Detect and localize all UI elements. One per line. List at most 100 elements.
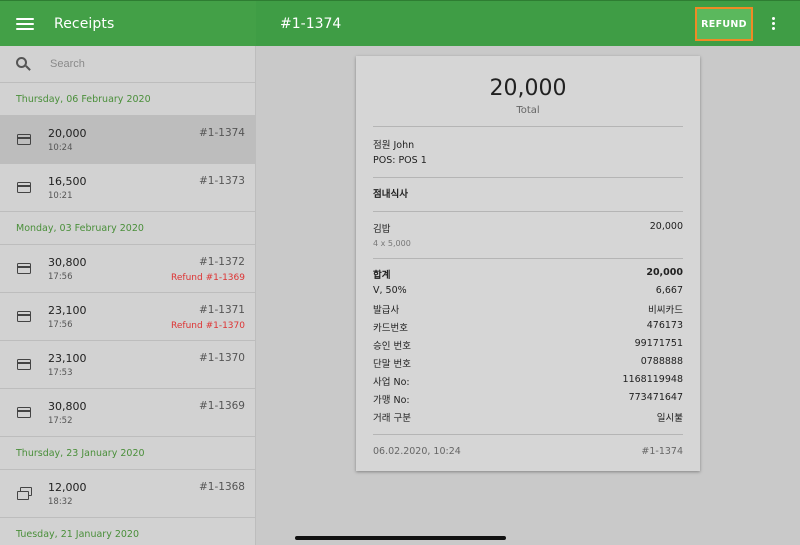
receipt-number: #1-1372 — [199, 256, 245, 268]
multiple-payment-icon — [17, 487, 32, 500]
card-detail-value: 1168119948 — [622, 374, 683, 385]
card-detail-line: 단말 번호 0788888 — [373, 356, 683, 370]
refund-button-highlight: REFUND — [695, 7, 753, 41]
divider — [373, 258, 683, 259]
receipt-amount: 30,800 — [48, 256, 87, 269]
receipt-time: 17:56 — [48, 272, 73, 282]
divider — [373, 211, 683, 212]
page-title: Receipts — [54, 15, 115, 32]
receipt-amount: 30,800 — [48, 400, 87, 413]
receipt-number: #1-1371 — [199, 304, 245, 316]
card-detail-value: 773471647 — [628, 392, 683, 403]
item-price: 20,000 — [649, 221, 683, 232]
card-detail-label: 사업 No: — [373, 377, 410, 388]
card-detail-value: 0788888 — [640, 356, 683, 367]
receipt-card: 20,000 Total 점원 John POS: POS 1 점내식사 김밥 … — [356, 56, 700, 471]
card-detail-label: 승인 번호 — [373, 341, 411, 352]
receipt-footer: 06.02.2020, 10:24 #1-1374 — [373, 446, 683, 457]
credit-card-icon — [17, 134, 31, 145]
receipt-number: #1-1369 — [199, 400, 245, 412]
pos-name: POS: POS 1 — [373, 155, 427, 166]
vat-line: V, 50% 6,667 — [373, 285, 683, 296]
receipt-list-item[interactable]: 20,000 10:24 #1-1374 — [0, 116, 255, 164]
refund-reference: Refund #1-1370 — [171, 321, 245, 331]
card-detail-line: 가맹 No: 773471647 — [373, 392, 683, 406]
receipts-app-bar: Receipts — [0, 0, 256, 46]
card-payment-details: 발급사 비씨카드카드번호 476173 승인 번호 99171751 단말 번호 07888… — [373, 302, 683, 424]
card-detail-label: 카드번호 — [373, 323, 408, 334]
receipt-number: #1-1374 — [199, 127, 245, 139]
search-icon — [16, 57, 31, 71]
card-detail-value: 476173 — [646, 320, 683, 331]
vat-label: V, 50% — [373, 285, 407, 296]
receipt-number: #1-1368 — [199, 481, 245, 493]
card-detail-value: 99171751 — [634, 338, 683, 349]
receipt-number: #1-1370 — [199, 352, 245, 364]
receipt-amount: 16,500 — [48, 175, 87, 188]
card-detail-label: 가맹 No: — [373, 395, 410, 406]
credit-card-icon — [17, 182, 31, 193]
credit-card-icon — [17, 311, 31, 322]
receipt-list-item[interactable]: 30,800 17:52 #1-1369 — [0, 389, 255, 437]
receipt-total-amount: 20,000 — [489, 76, 567, 101]
card-detail-label: 발급사 — [373, 305, 400, 316]
divider — [373, 434, 683, 435]
search-bar — [0, 46, 255, 83]
receipt-list-item[interactable]: 16,500 10:21 #1-1373 — [0, 164, 255, 212]
menu-icon[interactable] — [16, 15, 34, 33]
divider — [373, 177, 683, 178]
date-group-header: Monday, 03 February 2020 — [0, 212, 255, 245]
receipts-list: Thursday, 06 February 2020 20,000 10:24 #1-… — [0, 83, 255, 545]
home-indicator — [295, 536, 506, 540]
card-detail-line: 사업 No: 1168119948 — [373, 374, 683, 388]
receipt-amount: 23,100 — [48, 304, 87, 317]
receipt-time: 10:21 — [48, 191, 73, 201]
card-detail-label: 거래 구분 — [373, 413, 411, 424]
receipt-amount: 20,000 — [48, 127, 87, 140]
refund-button[interactable]: REFUND — [701, 19, 747, 30]
receipt-list-item[interactable]: 12,000 18:32 #1-1368 — [0, 470, 255, 518]
receipt-number-title: #1-1374 — [280, 15, 342, 32]
receipt-list-item[interactable]: 30,800 17:56 #1-1372 Refund #1-1369 — [0, 245, 255, 293]
receipt-list-item[interactable]: 23,100 17:53 #1-1370 — [0, 341, 255, 389]
refund-reference: Refund #1-1369 — [171, 273, 245, 283]
receipt-time: 17:56 — [48, 320, 73, 330]
receipt-datetime: 06.02.2020, 10:24 — [373, 446, 461, 457]
receipt-time: 10:24 — [48, 143, 73, 153]
sum-label: 합계 — [373, 270, 391, 281]
item-quantity-detail: 4 x 5,000 — [373, 239, 411, 248]
line-item: 김밥 20,000 — [373, 221, 683, 235]
search-input[interactable] — [48, 57, 232, 71]
employee-name: 점원 John — [373, 140, 415, 151]
receipt-time: 17:53 — [48, 368, 73, 378]
receipt-list-item[interactable]: 23,100 17:56 #1-1371 Refund #1-1370 — [0, 293, 255, 341]
card-detail-line: 거래 구분 일시불 — [373, 410, 683, 424]
card-detail-value: 일시불 — [656, 413, 683, 424]
receipt-amount: 23,100 — [48, 352, 87, 365]
date-group-header: Tuesday, 21 January 2020 — [0, 518, 255, 545]
receipt-number: #1-1373 — [199, 175, 245, 187]
card-detail-label: 단말 번호 — [373, 359, 411, 370]
credit-card-icon — [17, 359, 31, 370]
receipt-total-label: Total — [516, 105, 540, 116]
receipt-time: 17:52 — [48, 416, 73, 426]
card-detail-value: 비씨카드 — [648, 305, 683, 316]
total-line: 합계 20,000 — [373, 267, 683, 281]
receipt-amount: 12,000 — [48, 481, 87, 494]
credit-card-icon — [17, 263, 31, 274]
vat-value: 6,667 — [655, 285, 683, 296]
receipts-list-pane: Thursday, 06 February 2020 20,000 10:24 #1-… — [0, 46, 256, 545]
more-options-icon[interactable] — [772, 17, 776, 32]
date-group-header: Thursday, 06 February 2020 — [0, 83, 255, 116]
card-detail-line: 승인 번호 99171751 — [373, 338, 683, 352]
card-detail-line: 카드번호 476173 — [373, 320, 683, 334]
date-group-header: Thursday, 23 January 2020 — [0, 437, 255, 470]
credit-card-icon — [17, 407, 31, 418]
sum-value: 20,000 — [646, 267, 683, 278]
divider — [373, 126, 683, 127]
receipt-detail-app-bar: #1-1374 REFUND — [256, 0, 800, 46]
receipt-time: 18:32 — [48, 497, 73, 507]
receipt-footer-number: #1-1374 — [641, 446, 683, 457]
card-detail-line: 발급사 비씨카드 — [373, 302, 683, 316]
item-name: 김밥 — [373, 224, 391, 235]
